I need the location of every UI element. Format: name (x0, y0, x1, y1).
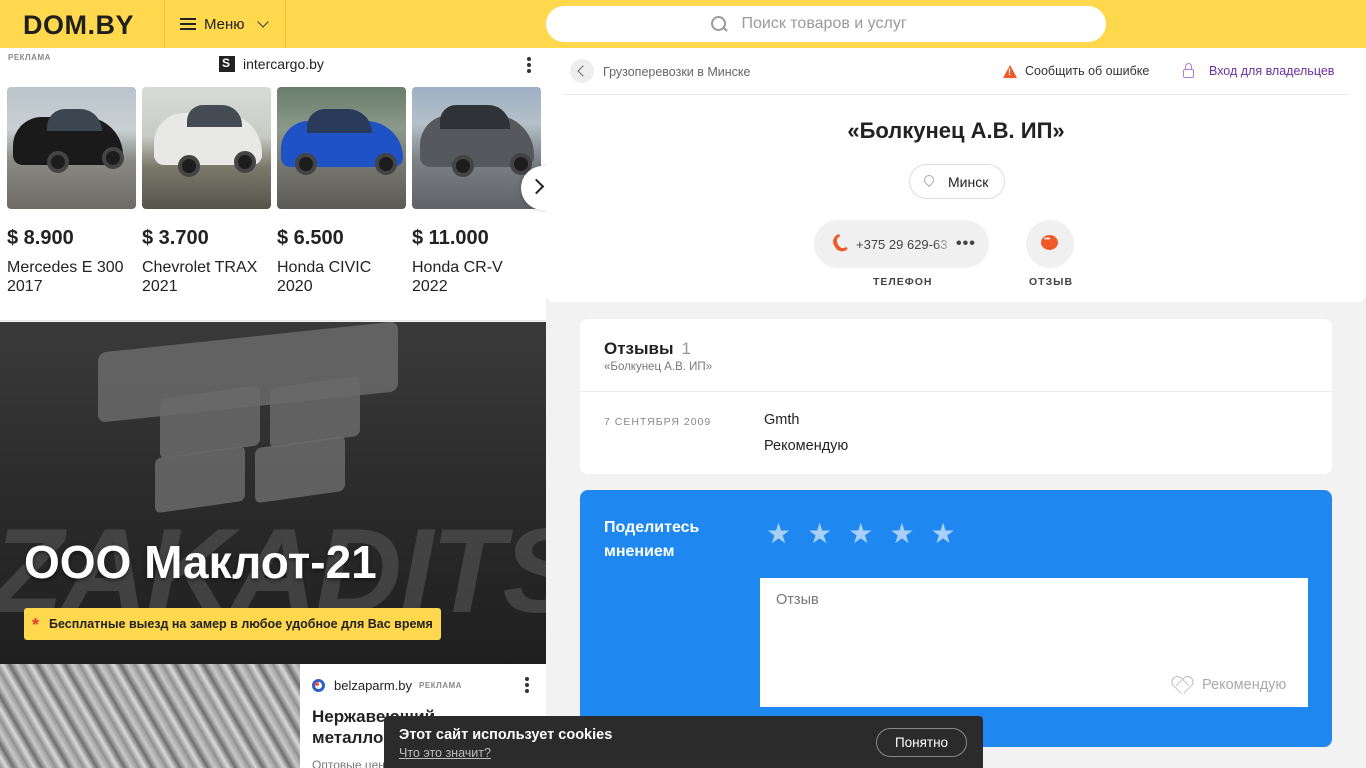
city-chip[interactable]: Минск (909, 164, 1006, 199)
back-arrow-icon[interactable] (570, 59, 594, 83)
hamburger-icon (180, 18, 196, 30)
reviews-title-label: Отзывы (604, 339, 674, 358)
menu-button[interactable]: Меню (164, 0, 286, 48)
search-input[interactable] (741, 15, 942, 33)
car-name: Chevrolet TRAX 2021 (142, 259, 258, 295)
heart-icon (1172, 677, 1190, 693)
reviews-title: Отзывы 1 (604, 339, 691, 359)
warning-icon (1003, 64, 1017, 78)
breadcrumb: Грузоперевозки в Минске Сообщить об ошиб… (563, 48, 1349, 95)
car-ad-block: РЕКЛАМА intercargo.by $ 8.900 Mercedes E… (0, 48, 555, 321)
recommend-toggle[interactable]: Рекомендую (1172, 677, 1286, 693)
car-photo-icon (7, 87, 136, 209)
ad-options-icon[interactable] (525, 677, 529, 693)
company-title: «Болкунец А.В. ИП» (847, 118, 1065, 143)
reviews-count: 1 (681, 339, 691, 358)
site-logo[interactable]: DOM.BY (23, 10, 134, 41)
report-error-link[interactable]: Сообщить об ошибке (1003, 64, 1149, 78)
banner-promo-text: Бесплатные выезд на замер в любое удобно… (49, 617, 433, 631)
car-price: $ 11.000 (412, 227, 489, 249)
city-label: Минск (948, 173, 989, 190)
star-icon[interactable]: ★ (889, 520, 914, 548)
chat-bubble-icon (1041, 235, 1058, 250)
write-review-button[interactable] (1026, 220, 1074, 268)
intercargo-favicon-icon (219, 56, 235, 72)
ad-options-icon[interactable] (527, 57, 531, 73)
breadcrumb-link[interactable]: Грузоперевозки в Минске (603, 65, 751, 79)
asterisk-icon: * (32, 615, 40, 635)
chevron-down-icon (256, 15, 269, 28)
report-error-label: Сообщить об ошибке (1025, 64, 1150, 78)
lock-icon (1183, 62, 1194, 78)
reviews-card: Отзывы 1 «Болкунец А.В. ИП» 7 СЕНТЯБРЯ 20… (580, 319, 1332, 474)
company-card: Грузоперевозки в Минске Сообщить об ошиб… (546, 48, 1366, 302)
star-icon[interactable]: ★ (807, 520, 832, 548)
location-pin-icon (921, 172, 937, 188)
belzaparm-favicon-icon (312, 679, 325, 692)
phone-number: +375 29 629-63 (856, 236, 948, 252)
share-opinion-label: Поделитесь мнением (604, 519, 700, 560)
car-price: $ 6.500 (277, 227, 344, 249)
review-date: 7 СЕНТЯБРЯ 2009 (604, 416, 712, 428)
ad-source-label: belzaparm.by (334, 678, 413, 693)
star-icon[interactable]: ★ (930, 520, 955, 548)
menu-label: Меню (204, 15, 245, 33)
car-photo-icon (277, 87, 406, 209)
ad-subtitle: Оптовые цены (312, 758, 394, 768)
banner-title: ООО Маклот-21 (24, 536, 377, 588)
company-banner[interactable]: ZAKADITSKY ООО Маклот-21 * Бесплатные вы… (0, 322, 546, 664)
search-icon (710, 15, 728, 33)
phone-button[interactable]: +375 29 629-63 ••• (814, 220, 989, 268)
logo-brick-shape (255, 435, 345, 504)
phone-icon (830, 233, 848, 255)
banner-promo: * Бесплатные выезд на замер в любое удоб… (24, 608, 441, 640)
owner-login-label: Вход для владельцев (1209, 64, 1335, 78)
review-author: Gmth (764, 412, 800, 428)
logo-brick-shape (160, 384, 260, 460)
car-name: Honda CIVIC 2020 (277, 259, 372, 295)
phone-label: ТЕЛЕФОН (873, 276, 933, 288)
car-name: Honda CR-V 2022 (412, 259, 503, 295)
more-dots-icon: ••• (956, 235, 976, 252)
site-header: DOM.BY Меню (0, 0, 1366, 48)
cookie-message: Этот сайт использует cookies (399, 727, 613, 743)
star-icon[interactable]: ★ (848, 520, 873, 548)
ad-tag: РЕКЛАМА (8, 53, 51, 62)
car-price: $ 3.700 (142, 227, 209, 249)
cookie-accept-button[interactable]: Понятно (876, 728, 967, 757)
ad-source[interactable]: intercargo.by (219, 56, 324, 72)
cookie-info-link[interactable]: Что это значит? (399, 746, 491, 760)
star-icon[interactable]: ★ (766, 520, 791, 548)
recommend-label: Рекомендую (1202, 677, 1287, 693)
car-card[interactable]: $ 8.900 Mercedes E 300 2017 (7, 87, 136, 296)
car-name: Mercedes E 300 2017 (7, 259, 124, 295)
ad-tag: РЕКЛАМА (419, 681, 462, 690)
review-label: ОТЗЫВ (1029, 276, 1074, 288)
car-card[interactable]: $ 3.700 Chevrolet TRAX 2021 (142, 87, 271, 296)
logo-brick-shape (270, 375, 360, 449)
car-card[interactable]: $ 6.500 Honda CIVIC 2020 (277, 87, 406, 296)
car-price: $ 8.900 (7, 227, 74, 249)
search-bar[interactable] (546, 6, 1106, 42)
ad-source: belzaparm.by РЕКЛАМА (312, 678, 462, 693)
car-photo-icon (142, 87, 271, 209)
ad-source-label: intercargo.by (243, 56, 324, 72)
reviews-subtitle: «Болкунец А.В. ИП» (604, 361, 713, 373)
divider (580, 391, 1332, 392)
share-opinion-form: Поделитесь мнением ★ ★ ★ ★ ★ Рекомендую (580, 490, 1332, 747)
metal-pipes-image (0, 664, 300, 768)
rating-stars[interactable]: ★ ★ ★ ★ ★ (766, 520, 956, 548)
owner-login-link[interactable]: Вход для владельцев (1183, 62, 1335, 78)
cookie-banner: Этот сайт использует cookies Что это зна… (384, 716, 983, 768)
review-text: Рекомендую (764, 438, 849, 454)
car-carousel: $ 8.900 Mercedes E 300 2017 $ 3.700 Chev… (7, 87, 541, 296)
